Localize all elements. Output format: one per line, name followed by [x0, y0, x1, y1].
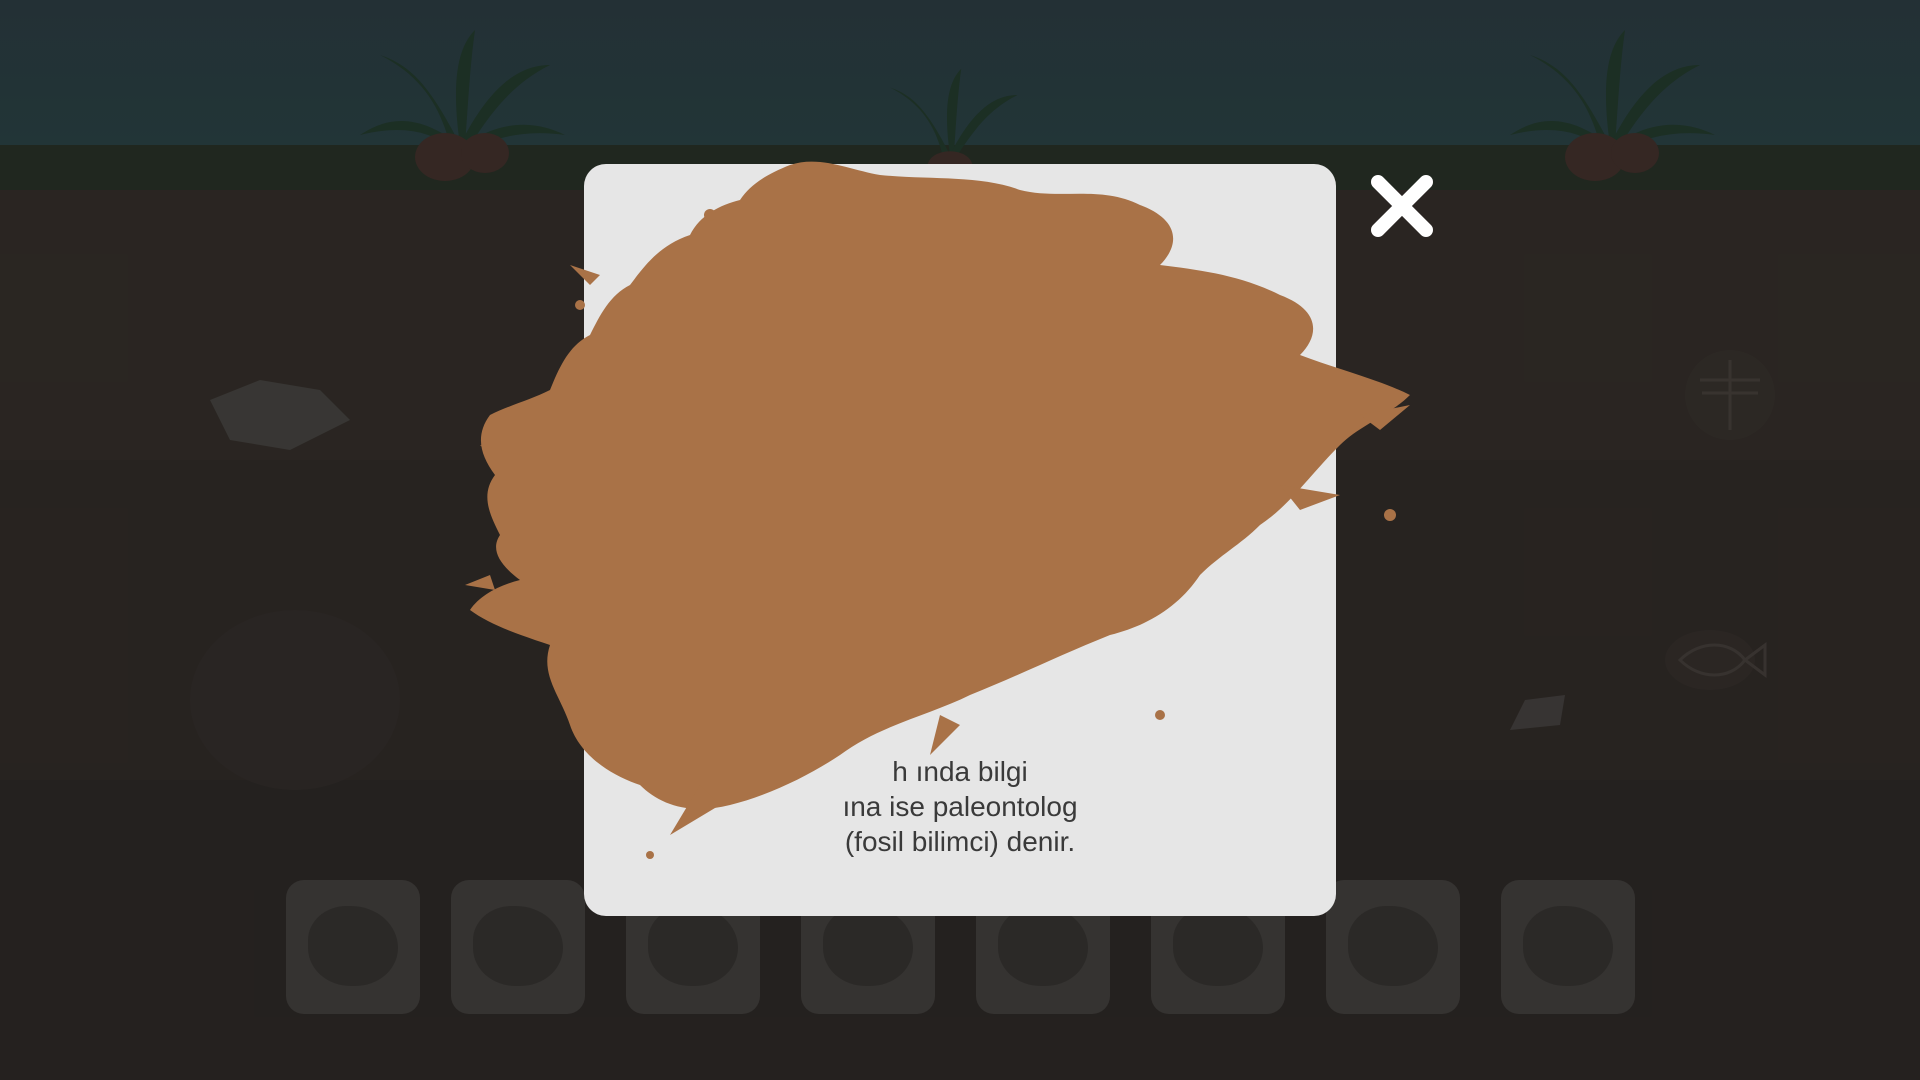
close-icon	[1371, 175, 1433, 237]
mud-splatter[interactable]	[460, 155, 1480, 895]
close-button[interactable]	[1366, 170, 1438, 242]
